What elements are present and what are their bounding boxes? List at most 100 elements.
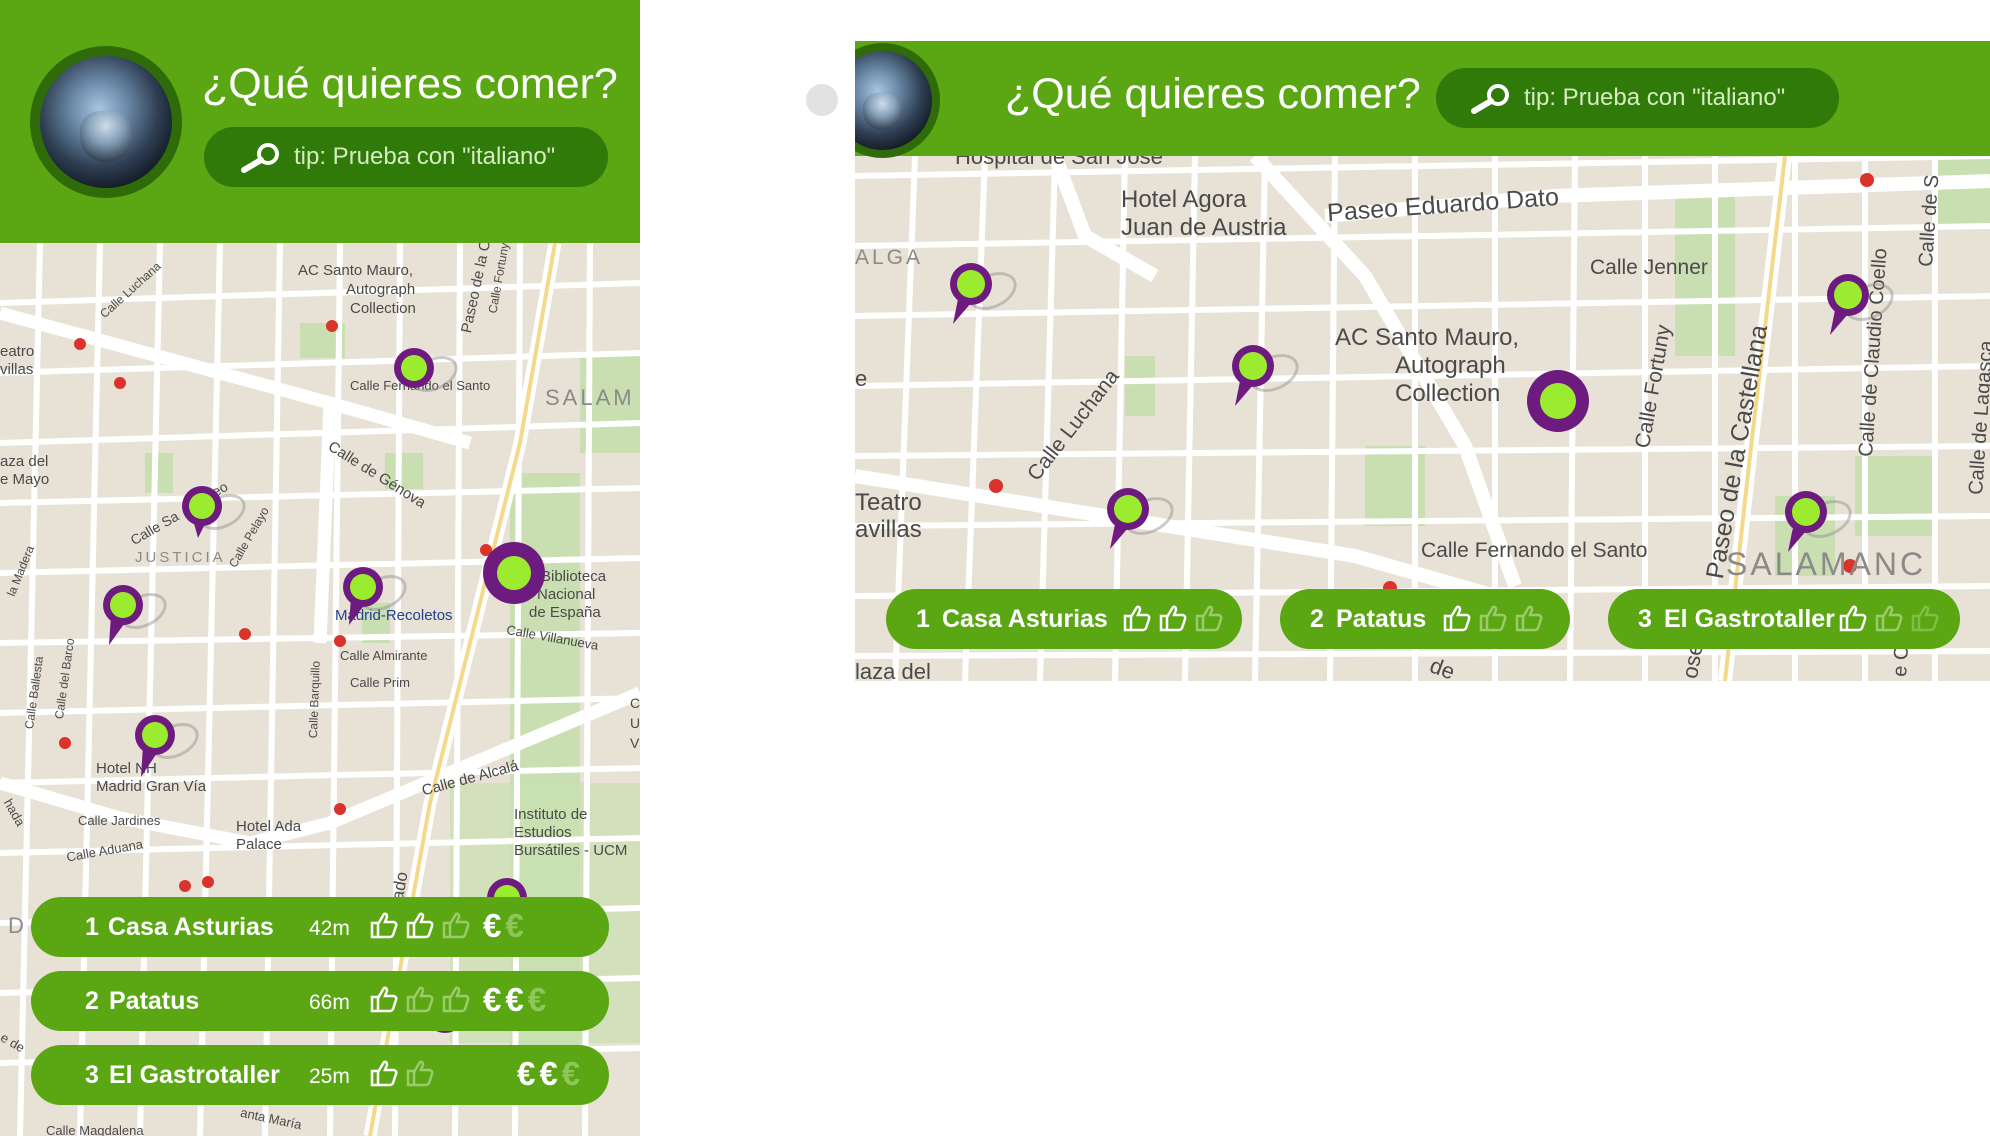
map-label: e C bbox=[1889, 644, 1914, 678]
rating bbox=[1122, 603, 1224, 633]
map-label: Calle Prim bbox=[350, 675, 410, 690]
map-label: Teatro bbox=[855, 489, 922, 516]
map-label: Hotel Ada bbox=[236, 818, 302, 835]
map-label: Calle Magdalena bbox=[46, 1123, 144, 1136]
thumb-up-icon bbox=[370, 912, 398, 939]
map-label: Palace bbox=[236, 836, 282, 853]
thumb-up-icon bbox=[1911, 605, 1939, 632]
avatar[interactable] bbox=[855, 43, 940, 158]
result-distance: 25m bbox=[309, 1065, 350, 1088]
thumb-up-icon bbox=[1443, 605, 1471, 632]
result-rank: 3 bbox=[1638, 605, 1652, 633]
result-row[interactable]: 2 Patatus 66m € € € bbox=[31, 971, 609, 1031]
app-header: ¿Qué quieres comer? tip: Prueba con "ita… bbox=[0, 0, 640, 243]
desktop-view: Hospital de San José Hotel Agora Juan de… bbox=[855, 41, 1990, 681]
map-label: U bbox=[630, 715, 640, 731]
map-label: Calle Almirante bbox=[340, 648, 428, 663]
result-name: El Gastrotaller bbox=[1664, 605, 1835, 633]
result-name: El Gastrotaller bbox=[109, 1061, 280, 1089]
search-placeholder: tip: Prueba con "italiano" bbox=[1524, 84, 1786, 111]
result-name: Casa Asturias bbox=[942, 605, 1108, 633]
result-name: Patatus bbox=[1336, 605, 1427, 633]
euro-icon: € bbox=[527, 981, 547, 1018]
map-label: Instituto de bbox=[514, 806, 588, 823]
map-label: Juan de Austria bbox=[1121, 214, 1287, 241]
thumb-up-icon bbox=[1123, 605, 1151, 632]
rating bbox=[369, 1058, 435, 1088]
thumb-up-icon bbox=[1875, 605, 1903, 632]
euro-icon: € bbox=[517, 1055, 536, 1092]
map-label: D bbox=[8, 913, 27, 938]
map-label: avillas bbox=[855, 516, 922, 543]
map-label: C bbox=[630, 695, 640, 711]
search-input[interactable]: tip: Prueba con "italiano" bbox=[1436, 68, 1839, 128]
euro-icon: € bbox=[539, 1055, 558, 1092]
euro-icon: € bbox=[483, 981, 502, 1018]
price-level: € € bbox=[483, 907, 524, 945]
rating bbox=[369, 984, 471, 1014]
result-chip[interactable]: 2 Patatus bbox=[1280, 589, 1570, 649]
result-rank: 3 bbox=[85, 1061, 99, 1089]
result-chip[interactable]: 3 El Gastrotaller bbox=[1608, 589, 1960, 649]
page-title: ¿Qué quieres comer? bbox=[1005, 70, 1421, 118]
result-distance: 42m bbox=[309, 917, 350, 940]
map-label: e Mayo bbox=[0, 471, 50, 488]
thumb-up-icon bbox=[370, 986, 398, 1013]
result-rank: 2 bbox=[85, 987, 99, 1015]
map-label: Calle Jenner bbox=[1590, 256, 1708, 279]
page-title: ¿Qué quieres comer? bbox=[202, 60, 618, 108]
avatar[interactable] bbox=[30, 46, 182, 198]
mobile-view: AC Santo Mauro, Autograph Collection Cal… bbox=[0, 0, 640, 1136]
map-label: V bbox=[630, 735, 640, 751]
thumb-up-icon bbox=[442, 986, 470, 1013]
map-label: Collection bbox=[1395, 380, 1501, 407]
map-label: Calle Jardines bbox=[78, 813, 161, 828]
rating bbox=[369, 910, 471, 940]
result-row[interactable]: 3 El Gastrotaller 25m € € € bbox=[31, 1045, 609, 1105]
thumb-up-icon bbox=[1515, 605, 1543, 632]
map-label: aza del bbox=[0, 453, 49, 470]
thumb-up-icon bbox=[1195, 605, 1223, 632]
euro-icon: € bbox=[483, 907, 502, 944]
result-rank: 2 bbox=[1310, 605, 1324, 633]
rating bbox=[1442, 603, 1544, 633]
result-rank: 1 bbox=[85, 913, 99, 941]
map-label: SALAMANC bbox=[1726, 546, 1927, 582]
thumb-up-icon bbox=[442, 912, 470, 939]
thumb-up-icon bbox=[1839, 605, 1867, 632]
map-label: e bbox=[855, 366, 868, 391]
search-placeholder: tip: Prueba con "italiano" bbox=[294, 143, 556, 170]
thumb-up-icon bbox=[1159, 605, 1187, 632]
result-name: Patatus bbox=[109, 987, 200, 1015]
map-label: Calle Fernando el Santo bbox=[1421, 539, 1648, 562]
price-level: € € € bbox=[483, 981, 546, 1019]
page-indicator-dot[interactable] bbox=[806, 84, 838, 116]
map-label: eatro bbox=[0, 343, 35, 360]
rating bbox=[1838, 603, 1940, 633]
price-level: € € € bbox=[517, 1055, 580, 1093]
result-distance: 66m bbox=[309, 991, 350, 1014]
map-label: Hotel Agora bbox=[1121, 186, 1247, 213]
thumb-up-icon bbox=[406, 912, 434, 939]
map-label: SALAM bbox=[545, 385, 635, 410]
thumb-up-icon bbox=[1479, 605, 1507, 632]
map-label: Biblioteca bbox=[541, 568, 607, 585]
thumb-up-icon bbox=[370, 1060, 398, 1087]
euro-icon: € bbox=[505, 907, 524, 944]
map-label: AC Santo Mauro, bbox=[1335, 324, 1520, 351]
map-label: Estudios bbox=[514, 824, 572, 841]
magnifier-icon bbox=[1471, 84, 1509, 114]
map-label: Autograph bbox=[1395, 352, 1506, 379]
map-label: de España bbox=[529, 604, 601, 621]
result-row[interactable]: 1 Casa Asturias 42m € € bbox=[31, 897, 609, 957]
map-label: villas bbox=[0, 361, 34, 378]
map-label: AC Santo Mauro, bbox=[298, 262, 414, 279]
map-label: Bursátiles - UCM bbox=[514, 842, 628, 859]
thumb-up-icon bbox=[406, 986, 434, 1013]
map-label: Calle Barquillo bbox=[306, 660, 323, 739]
magnifier-icon bbox=[241, 143, 279, 173]
map-label: Autograph bbox=[346, 281, 416, 298]
search-input[interactable]: tip: Prueba con "italiano" bbox=[204, 127, 608, 187]
euro-icon: € bbox=[561, 1055, 581, 1092]
result-chip[interactable]: 1 Casa Asturias bbox=[886, 589, 1242, 649]
